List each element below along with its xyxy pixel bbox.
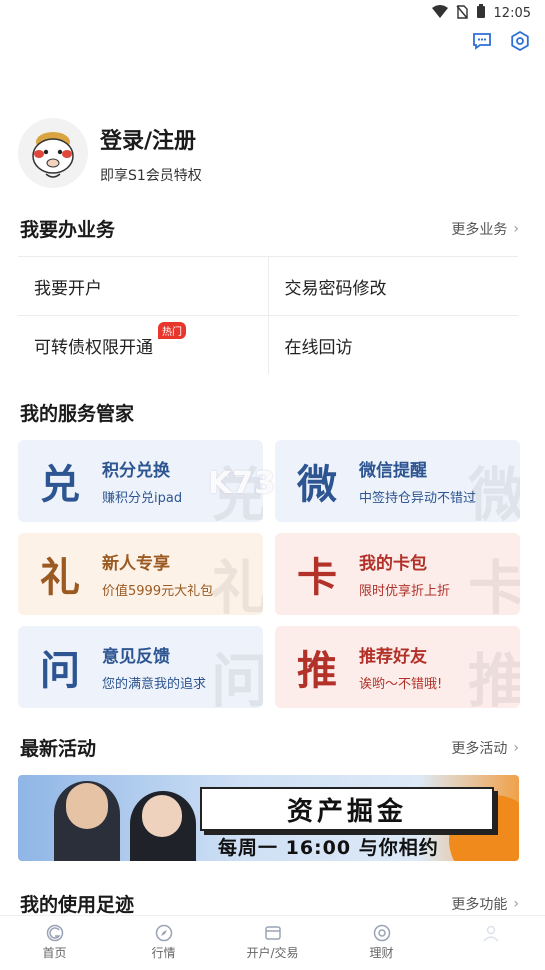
member-privilege-text: 即享S1会员特权 — [100, 168, 202, 184]
service-card-refer-friend[interactable]: 推 推荐好友 诶哟～不错哦! 推 — [275, 626, 520, 708]
business-item-label: 我要开户 — [34, 278, 102, 299]
tab-label: 行情 — [151, 946, 176, 960]
wallet-icon — [264, 926, 281, 940]
guest-face — [142, 795, 182, 837]
no-sim-icon — [455, 4, 468, 23]
tab-label: 开户/交易 — [246, 946, 299, 960]
tab-label: 理财 — [369, 946, 394, 960]
service-card-ghost-char: 卡 — [467, 554, 520, 615]
service-card-ghost-char: 微 — [467, 461, 520, 522]
service-card-wechat-alert[interactable]: 微 微信提醒 中签持仓异动不错过 微 — [275, 440, 520, 522]
business-item-online-visit[interactable]: 在线回访 — [269, 316, 519, 374]
services-section-header: 我的服务管家 — [20, 399, 519, 426]
more-business-label: 更多业务 — [451, 221, 508, 238]
chevron-right-icon: › — [513, 739, 519, 756]
wifi-icon — [431, 4, 448, 23]
watermark: K73 — [208, 466, 276, 501]
tab-user[interactable] — [436, 916, 545, 970]
service-card-title: 推荐好友 — [359, 647, 427, 667]
service-card-sub: 价值5999元大礼包 — [102, 584, 214, 599]
service-card-newcomer[interactable]: 礼 新人专享 价值5999元大礼包 礼 — [18, 533, 263, 615]
activities-section-header: 最新活动 更多活动 › — [20, 734, 519, 761]
service-card-char: 微 — [297, 461, 337, 508]
service-card-title: 新人专享 — [102, 554, 170, 574]
service-card-title: 我的卡包 — [359, 554, 427, 574]
compass-icon — [155, 924, 172, 942]
business-grid: 我要开户 交易密码修改 可转债权限开通 热门 在线回访 — [18, 256, 518, 374]
hot-badge: 热门 — [158, 322, 186, 339]
service-card-feedback[interactable]: 问 意见反馈 您的满意我的追求 问 — [18, 626, 263, 708]
chevron-right-icon: › — [513, 220, 519, 237]
activities-section-title: 最新活动 — [20, 738, 97, 760]
service-card-card-wallet[interactable]: 卡 我的卡包 限时优享折上折 卡 — [275, 533, 520, 615]
business-section-title: 我要办业务 — [20, 219, 116, 241]
more-functions-link[interactable]: 更多功能 › — [451, 894, 519, 914]
service-card-char: 卡 — [297, 554, 337, 601]
business-item-label: 在线回访 — [284, 337, 353, 358]
service-card-sub: 限时优享折上折 — [359, 584, 451, 599]
more-business-link[interactable]: 更多业务 › — [451, 219, 519, 239]
business-item-change-password[interactable]: 交易密码修改 — [269, 257, 519, 315]
banner-headline: 资产掘金 — [200, 787, 494, 831]
service-card-char: 礼 — [40, 554, 80, 601]
more-activities-link[interactable]: 更多活动 › — [451, 738, 519, 758]
tab-market[interactable]: 行情 — [109, 916, 218, 970]
profile-header[interactable]: 登录/注册 即享S1会员特权 — [18, 118, 202, 188]
business-row: 可转债权限开通 热门 在线回访 — [18, 315, 518, 374]
service-card-char: 兑 — [40, 461, 80, 508]
business-section-header: 我要办业务 更多业务 › — [20, 215, 519, 242]
settings-icon[interactable] — [509, 30, 531, 52]
message-icon[interactable] — [471, 30, 493, 52]
host-face — [66, 783, 108, 829]
footprint-section-title: 我的使用足迹 — [20, 894, 135, 916]
tab-trade[interactable]: 开户/交易 — [218, 916, 327, 970]
home-icon — [46, 924, 63, 942]
status-time: 12:05 — [493, 6, 531, 21]
business-row: 我要开户 交易密码修改 — [18, 256, 518, 315]
service-card-sub: 诶哟～不错哦! — [359, 677, 443, 692]
business-item-open-account[interactable]: 我要开户 — [18, 257, 269, 315]
service-card-sub: 中签持仓异动不错过 — [359, 491, 477, 506]
user-icon — [482, 925, 499, 942]
chevron-right-icon: › — [513, 895, 519, 912]
service-card-title: 意见反馈 — [102, 647, 170, 667]
tab-home[interactable]: 首页 — [0, 916, 109, 970]
service-card-sub: 赚积分兑ipad — [102, 491, 183, 506]
service-card-title: 积分兑换 — [102, 461, 170, 481]
activity-banner[interactable]: 资产掘金 每周一 16:00 与你相约 — [18, 775, 519, 861]
service-card-ghost-char: 礼 — [210, 554, 263, 615]
service-card-char: 问 — [40, 647, 80, 694]
bottom-tab-bar: 首页 行情 开户/交易 理财 — [0, 915, 545, 970]
banner-subtitle: 每周一 16:00 与你相约 — [218, 837, 439, 859]
service-card-sub: 您的满意我的追求 — [102, 677, 207, 692]
battery-icon — [476, 4, 486, 23]
service-card-ghost-char: 问 — [210, 647, 263, 708]
status-bar: 12:05 — [0, 0, 545, 26]
business-item-label: 可转债权限开通 — [34, 337, 153, 358]
top-actions — [471, 30, 531, 52]
more-functions-label: 更多功能 — [451, 896, 508, 913]
tab-finance[interactable]: 理财 — [327, 916, 436, 970]
services-section-title: 我的服务管家 — [20, 403, 135, 425]
service-card-char: 推 — [297, 647, 337, 694]
more-activities-label: 更多活动 — [451, 740, 508, 757]
service-card-ghost-char: 推 — [467, 647, 520, 708]
business-item-label: 交易密码修改 — [284, 278, 387, 299]
avatar[interactable] — [18, 118, 88, 188]
tab-label: 首页 — [42, 946, 67, 960]
service-card-title: 微信提醒 — [359, 461, 427, 481]
footprint-section-header: 我的使用足迹 更多功能 › — [20, 890, 519, 917]
business-item-convertible-bond[interactable]: 可转债权限开通 热门 — [18, 316, 269, 374]
finance-icon — [373, 924, 390, 942]
login-register-link[interactable]: 登录/注册 — [100, 123, 202, 155]
